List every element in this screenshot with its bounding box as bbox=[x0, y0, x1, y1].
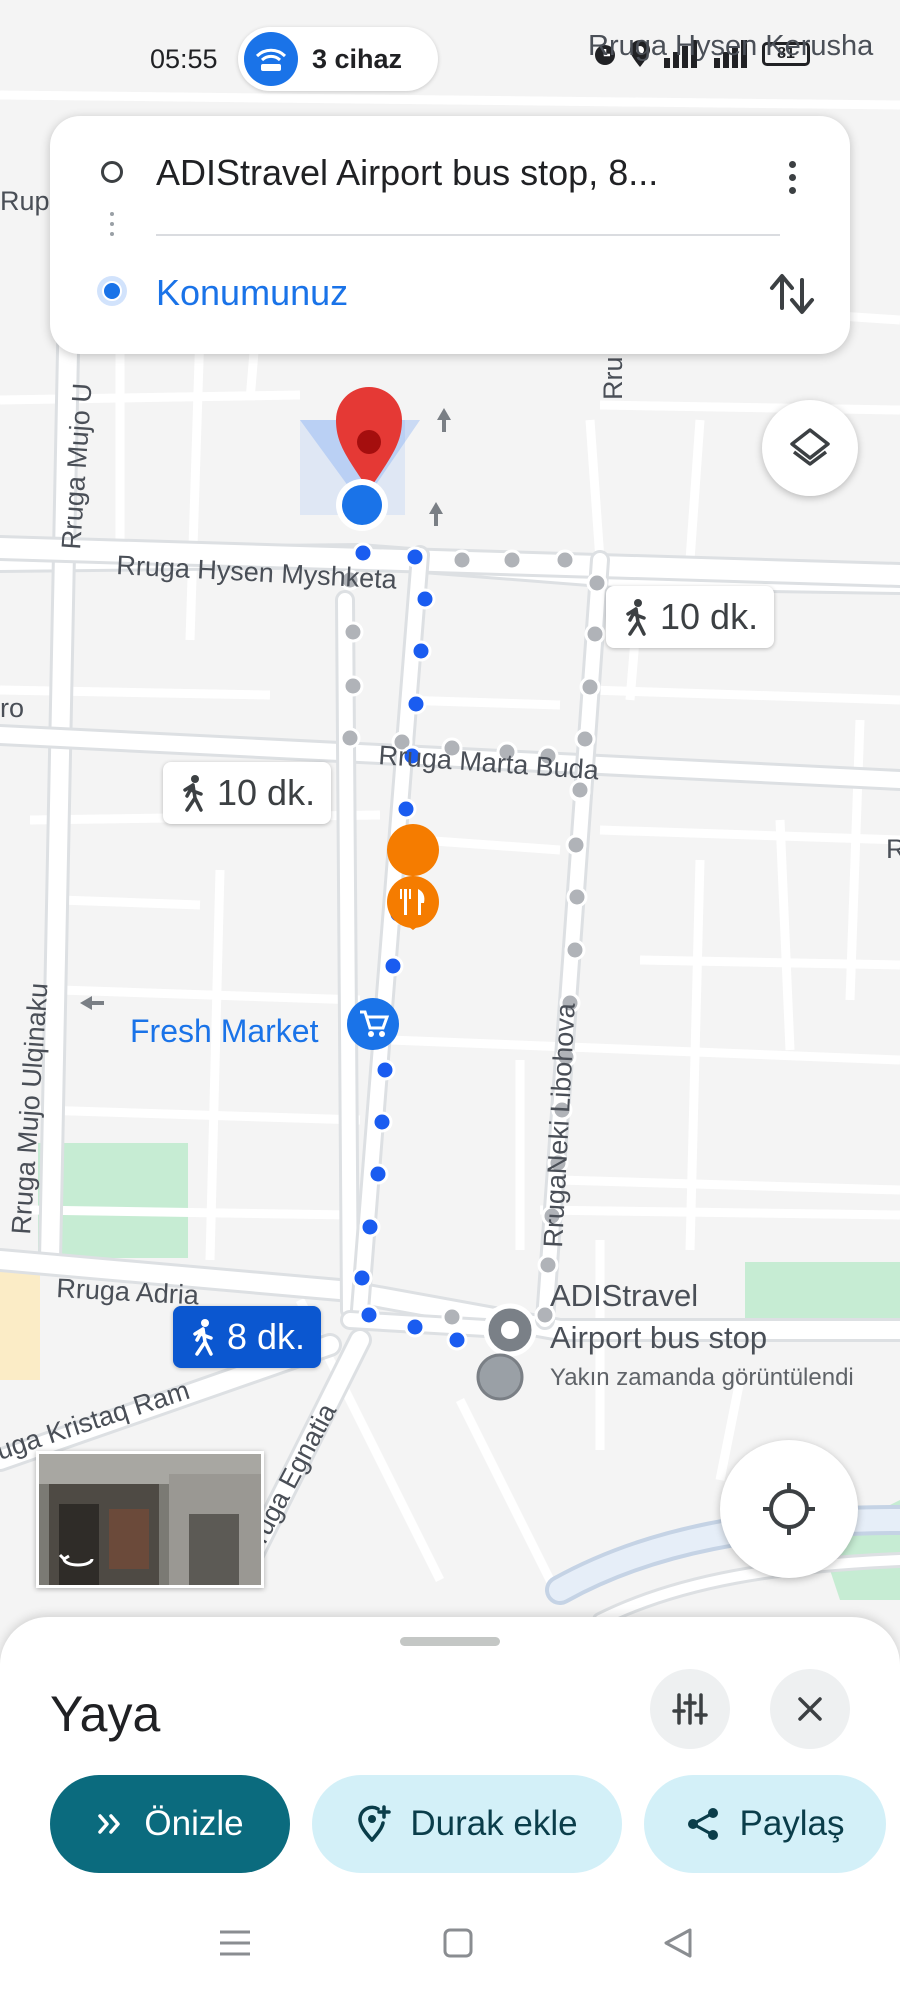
add-stop-icon bbox=[358, 1805, 392, 1842]
street-label-rru: Rru bbox=[598, 356, 628, 400]
swap-directions-button[interactable] bbox=[762, 264, 822, 324]
share-label: Paylaş bbox=[739, 1804, 845, 1843]
street-view-thumbnail[interactable] bbox=[36, 1451, 264, 1588]
street-label-rup: Rup bbox=[0, 186, 50, 216]
street-label-ro: ro bbox=[0, 693, 24, 723]
preview-button[interactable]: Önizle bbox=[50, 1775, 290, 1873]
close-button[interactable] bbox=[770, 1669, 850, 1749]
add-stop-label: Durak ekle bbox=[410, 1804, 578, 1843]
bus-stop-label-line1: ADIStravel bbox=[550, 1278, 698, 1313]
drag-handle[interactable] bbox=[400, 1637, 500, 1646]
route-time-badge-selected[interactable]: 8 dk. bbox=[173, 1306, 322, 1368]
hotspot-indicator[interactable]: 3 cihaz bbox=[238, 27, 438, 91]
menu-icon[interactable] bbox=[218, 1928, 252, 1958]
fresh-market-label: Fresh Market bbox=[130, 1013, 319, 1049]
current-location-dot bbox=[336, 479, 388, 531]
hotspot-device-count: 3 cihaz bbox=[312, 43, 403, 74]
tune-icon bbox=[672, 1693, 708, 1725]
route-time-alt-1: 10 dk. bbox=[660, 596, 759, 637]
home-icon[interactable] bbox=[442, 1927, 474, 1959]
status-time: 05:55 bbox=[150, 44, 218, 74]
system-navigation-bar bbox=[0, 1890, 900, 2000]
origin-circle-icon bbox=[101, 161, 123, 183]
double-chevron-icon bbox=[98, 1814, 121, 1834]
walking-icon bbox=[626, 599, 646, 636]
sand-area bbox=[0, 1270, 40, 1380]
shopping-cart-icon bbox=[347, 998, 399, 1050]
walking-icon bbox=[193, 1319, 213, 1356]
my-location-button[interactable] bbox=[720, 1440, 858, 1578]
divider bbox=[156, 234, 780, 236]
route-time-alt-2: 10 dk. bbox=[217, 772, 316, 813]
your-location-icon bbox=[97, 276, 127, 306]
walking-icon bbox=[183, 775, 203, 812]
back-icon[interactable] bbox=[662, 1927, 694, 1959]
destination-field[interactable]: Konumunuz bbox=[156, 272, 348, 314]
street-label-r: R bbox=[886, 834, 900, 864]
layers-icon bbox=[790, 428, 830, 466]
more-options-button[interactable] bbox=[772, 152, 812, 202]
bus-stop-recently-viewed: Yakın zamanda görüntülendi bbox=[550, 1364, 854, 1391]
directions-card: ADIStravel Airport bus stop, 8... Konumu… bbox=[50, 116, 850, 354]
street-label-hysen-kerusha: Rruga Hysen Kerusha bbox=[588, 30, 874, 62]
share-icon bbox=[688, 1808, 719, 1840]
bus-stop-label-line2: Airport bus stop bbox=[550, 1320, 767, 1355]
crosshair-icon bbox=[763, 1483, 815, 1535]
close-icon bbox=[798, 1697, 822, 1721]
route-options-button[interactable] bbox=[650, 1669, 730, 1749]
route-time-selected: 8 dk. bbox=[227, 1316, 306, 1357]
route-time-badge-alt-1[interactable]: 10 dk. bbox=[606, 586, 775, 648]
origin-field[interactable]: ADIStravel Airport bus stop, 8... bbox=[156, 152, 658, 194]
preview-label: Önizle bbox=[144, 1804, 244, 1843]
layers-button[interactable] bbox=[762, 400, 858, 496]
share-button[interactable]: Paylaş bbox=[644, 1775, 886, 1873]
hotspot-icon bbox=[244, 32, 298, 86]
route-time-badge-alt-2[interactable]: 10 dk. bbox=[163, 762, 332, 824]
add-stop-button[interactable]: Durak ekle bbox=[312, 1775, 622, 1873]
route-connector bbox=[110, 212, 114, 242]
travel-mode-title: Yaya bbox=[50, 1686, 161, 1742]
